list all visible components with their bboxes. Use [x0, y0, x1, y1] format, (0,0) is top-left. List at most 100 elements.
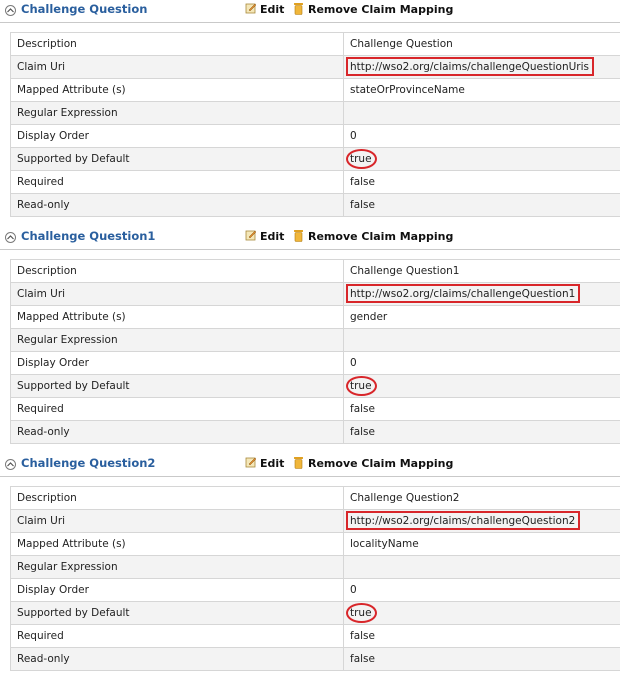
edit-icon [245, 457, 257, 468]
mapped-attribute-label: Mapped Attribute (s) [10, 78, 344, 102]
trash-icon [294, 230, 303, 242]
claim-details-table: Description Challenge Question Claim Uri h… [10, 32, 620, 217]
edit-button[interactable]: Edit [245, 456, 284, 470]
description-value: Challenge Question1 [343, 259, 620, 283]
remove-claim-mapping-button[interactable]: Remove Claim Mapping [293, 2, 453, 16]
table-row: Supported by Default true [10, 374, 620, 398]
claim-header: Challenge Question Edit Remove Claim Map… [0, 0, 620, 23]
mapped-attribute-label: Mapped Attribute (s) [10, 305, 344, 329]
table-row: Read-only false [10, 647, 620, 671]
read-only-label: Read-only [10, 193, 344, 217]
display-order-label: Display Order [10, 578, 344, 602]
trash-icon [294, 457, 303, 469]
remove-claim-mapping-button[interactable]: Remove Claim Mapping [293, 456, 453, 470]
required-label: Required [10, 170, 344, 194]
display-order-label: Display Order [10, 351, 344, 375]
claim-section: Challenge Question2 Edit Remove Claim Ma… [0, 454, 620, 671]
display-order-label: Display Order [10, 124, 344, 148]
table-row: Mapped Attribute (s) gender [10, 305, 620, 329]
description-label: Description [10, 259, 344, 283]
mapped-attribute-value: stateOrProvinceName [343, 78, 620, 102]
regex-value [343, 555, 620, 579]
remove-label: Remove Claim Mapping [308, 230, 454, 243]
claim-uri-value: http://wso2.org/claims/challengeQuestion… [345, 284, 581, 303]
description-value: Challenge Question [343, 32, 620, 56]
table-row: Read-only false [10, 420, 620, 444]
table-row: Supported by Default true [10, 147, 620, 171]
table-row: Required false [10, 170, 620, 194]
claim-header: Challenge Question2 Edit Remove Claim Ma… [0, 454, 620, 477]
table-row: Read-only false [10, 193, 620, 217]
claim-details-table: Description Challenge Question1 Claim Uri… [10, 259, 620, 444]
claim-uri-label: Claim Uri [10, 282, 344, 306]
regex-label: Regular Expression [10, 328, 344, 352]
claim-uri-label: Claim Uri [10, 509, 344, 533]
read-only-label: Read-only [10, 647, 344, 671]
regex-value [343, 328, 620, 352]
claim-title[interactable]: Challenge Question [21, 2, 147, 16]
edit-button[interactable]: Edit [245, 2, 284, 16]
mapped-attribute-value: gender [343, 305, 620, 329]
remove-claim-mapping-button[interactable]: Remove Claim Mapping [293, 229, 453, 243]
table-row: Mapped Attribute (s) localityName [10, 532, 620, 556]
table-row: Display Order 0 [10, 351, 620, 375]
supported-label: Supported by Default [10, 147, 344, 171]
table-row: Claim Uri http://wso2.org/claims/challeng… [10, 509, 620, 533]
read-only-value: false [343, 193, 620, 217]
claim-header: Challenge Question1 Edit Remove Claim Ma… [0, 227, 620, 250]
table-row: Claim Uri http://wso2.org/claims/challeng… [10, 282, 620, 306]
display-order-value: 0 [343, 351, 620, 375]
claim-title[interactable]: Challenge Question2 [21, 456, 155, 470]
display-order-value: 0 [343, 124, 620, 148]
supported-label: Supported by Default [10, 374, 344, 398]
table-row: Description Challenge Question1 [10, 259, 620, 283]
description-label: Description [10, 32, 344, 56]
table-row: Description Challenge Question2 [10, 486, 620, 510]
claim-title[interactable]: Challenge Question1 [21, 229, 155, 243]
table-row: Regular Expression [10, 101, 620, 125]
edit-label: Edit [260, 3, 285, 16]
supported-value: true [346, 603, 377, 623]
claim-section: Challenge Question1 Edit Remove Claim Ma… [0, 227, 620, 444]
table-row: Description Challenge Question [10, 32, 620, 56]
read-only-value: false [343, 420, 620, 444]
table-row: Supported by Default true [10, 601, 620, 625]
claim-uri-label: Claim Uri [10, 55, 344, 79]
table-row: Display Order 0 [10, 578, 620, 602]
remove-label: Remove Claim Mapping [308, 3, 454, 16]
read-only-value: false [343, 647, 620, 671]
table-row: Claim Uri http://wso2.org/claims/challeng… [10, 55, 620, 79]
supported-value: true [346, 149, 377, 169]
supported-label: Supported by Default [10, 601, 344, 625]
remove-label: Remove Claim Mapping [308, 457, 454, 470]
table-row: Regular Expression [10, 555, 620, 579]
claim-section: Challenge Question Edit Remove Claim Map… [0, 0, 620, 217]
edit-label: Edit [260, 230, 285, 243]
collapse-toggle-icon[interactable] [5, 5, 16, 16]
claim-details-table: Description Challenge Question2 Claim Uri… [10, 486, 620, 671]
regex-label: Regular Expression [10, 101, 344, 125]
edit-icon [245, 230, 257, 241]
regex-value [343, 101, 620, 125]
mapped-attribute-label: Mapped Attribute (s) [10, 532, 344, 556]
required-label: Required [10, 624, 344, 648]
required-value: false [343, 397, 620, 421]
collapse-toggle-icon[interactable] [5, 459, 16, 470]
edit-icon [245, 3, 257, 14]
required-value: false [343, 624, 620, 648]
table-row: Regular Expression [10, 328, 620, 352]
regex-label: Regular Expression [10, 555, 344, 579]
edit-button[interactable]: Edit [245, 229, 284, 243]
required-value: false [343, 170, 620, 194]
supported-value: true [346, 376, 377, 396]
trash-icon [294, 3, 303, 15]
claim-uri-value: http://wso2.org/claims/challengeQuestion… [346, 57, 594, 76]
read-only-label: Read-only [10, 420, 344, 444]
collapse-toggle-icon[interactable] [5, 232, 16, 243]
table-row: Required false [10, 624, 620, 648]
mapped-attribute-value: localityName [343, 532, 620, 556]
claim-uri-value: http://wso2.org/claims/challengeQuestion… [345, 511, 581, 530]
table-row: Mapped Attribute (s) stateOrProvinceName [10, 78, 620, 102]
table-row: Display Order 0 [10, 124, 620, 148]
table-row: Required false [10, 397, 620, 421]
